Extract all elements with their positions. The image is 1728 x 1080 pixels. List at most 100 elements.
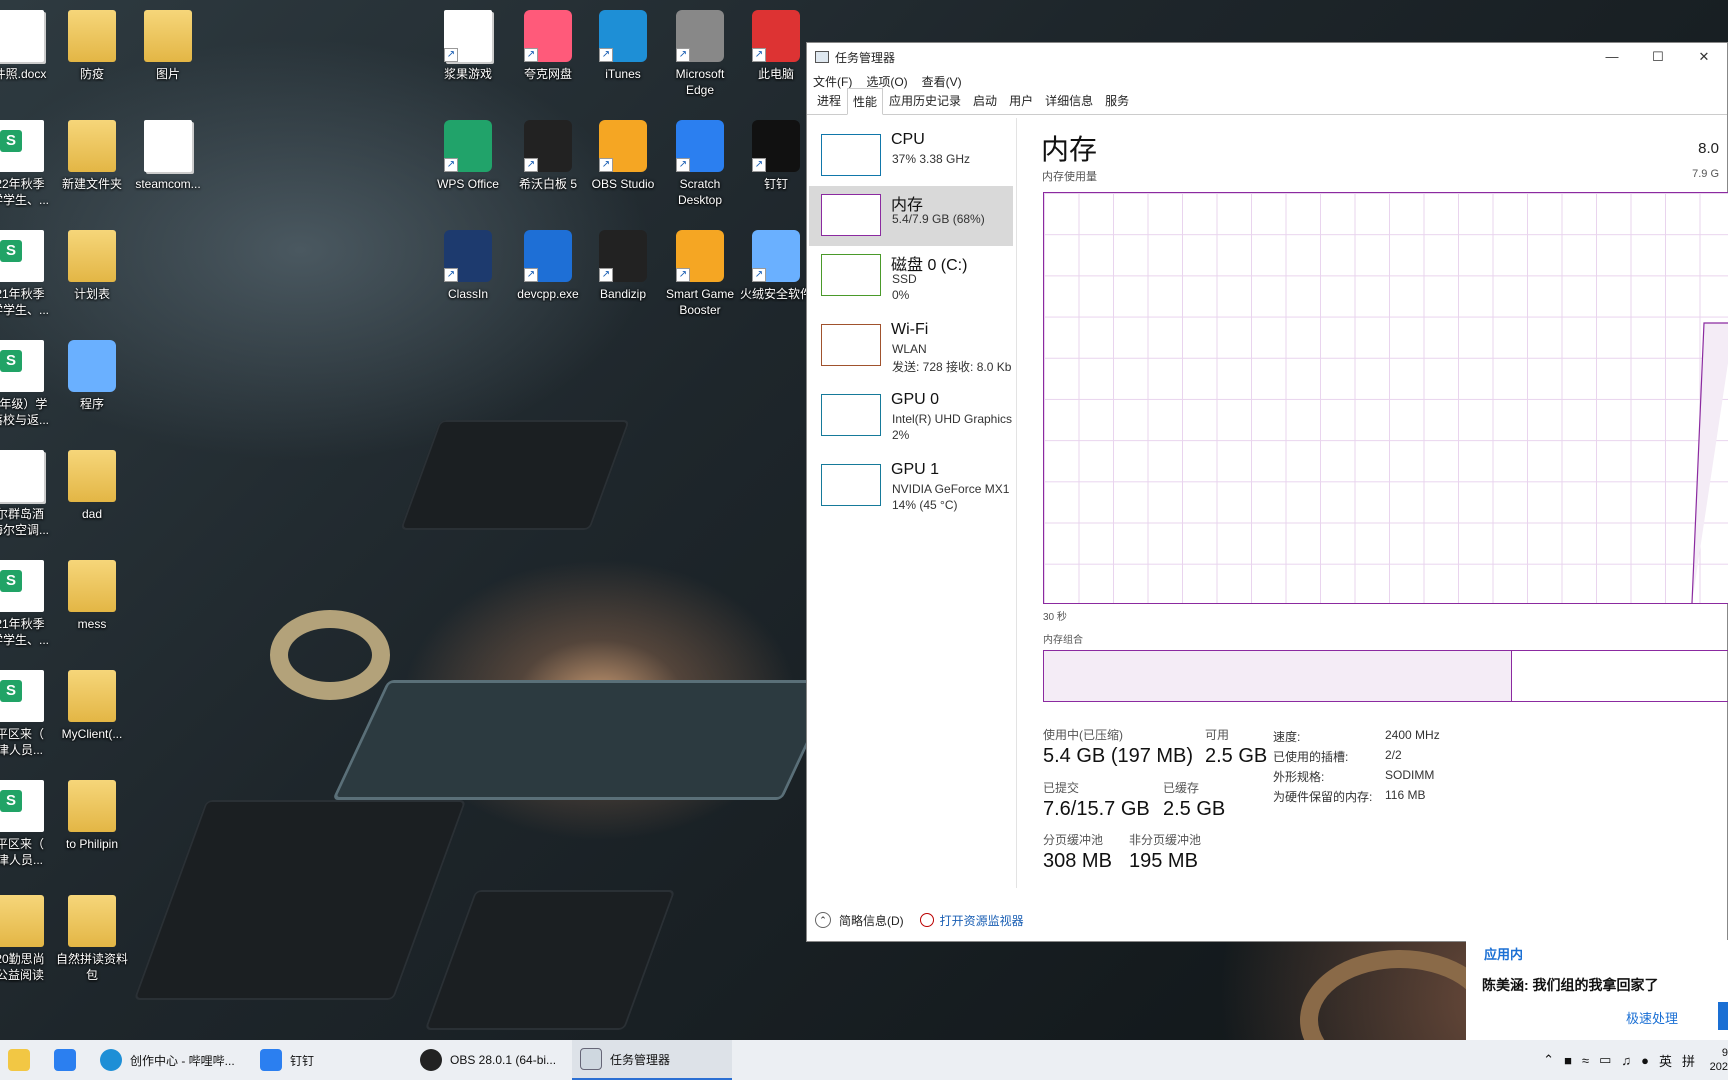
sidebar-item-detail: 37% 3.38 GHz xyxy=(892,152,971,166)
taskbar-item-dingtalk[interactable]: 钉钉 xyxy=(252,1040,412,1080)
desktop-icon[interactable]: 20勤思尚 公益阅读 xyxy=(0,895,58,983)
task-manager-icon xyxy=(815,51,829,63)
desktop-icon[interactable]: ↗ Scratch Desktop xyxy=(662,120,738,208)
folder-icon xyxy=(68,895,116,947)
desktop-icon[interactable]: ↗ Smart Game Booster xyxy=(662,230,738,318)
desktop-icon[interactable]: 平区来（ 津人员... xyxy=(0,670,58,758)
spec-speed-value: 2400 MHz xyxy=(1385,728,1440,742)
sidebar-item-detail: 2% xyxy=(892,428,910,442)
app-icon: ↗ xyxy=(444,230,492,282)
title-bar[interactable]: 任务管理器 — ☐ ✕ xyxy=(807,43,1727,71)
ime-mode[interactable]: 拼 xyxy=(1682,1051,1695,1070)
desktop-icon[interactable]: steamcom... xyxy=(130,120,206,192)
desktop-icon[interactable]: ↗ WPS Office xyxy=(430,120,506,192)
clock-date: 202 xyxy=(1709,1061,1728,1073)
microphone-icon[interactable]: ● xyxy=(1641,1053,1649,1068)
desktop-icon[interactable]: ↗ devcpp.exe xyxy=(510,230,586,302)
desktop-icon[interactable]: ↗ OBS Studio xyxy=(585,120,661,192)
desktop-icon-label: 21年秋季 学学生、... xyxy=(0,287,49,317)
tab-processes[interactable]: 进程 xyxy=(811,87,847,114)
cpu-thumbnail xyxy=(821,134,881,176)
ime-language[interactable]: 英 xyxy=(1659,1051,1672,1070)
sidebar-item-memory[interactable]: 内存 5.4/7.9 GB (68%) xyxy=(809,186,1013,246)
stat-in-use: 使用中(已压缩) 5.4 GB (197 MB) xyxy=(1043,726,1193,768)
chevron-up-icon[interactable]: ⌃ xyxy=(1543,1052,1554,1068)
footer-bar: ⌃ 简略信息(D) 打开资源监视器 xyxy=(807,905,1727,935)
notification-button[interactable] xyxy=(1718,1002,1728,1030)
desktop-icon[interactable]: 程序 xyxy=(54,340,130,412)
desktop-icon[interactable]: 21年秋季 学学生、... xyxy=(0,560,58,648)
shortcut-arrow-icon: ↗ xyxy=(676,48,690,62)
sidebar-item-detail: NVIDIA GeForce MX1 xyxy=(892,482,1010,496)
tab-startup[interactable]: 启动 xyxy=(967,87,1003,114)
tab-details[interactable]: 详细信息 xyxy=(1039,87,1099,114)
memory-panel: 内存 8.0 内存使用量 7.9 G 30 秒 内存组合 使用中(已压缩) 5.… xyxy=(1017,118,1728,888)
shortcut-arrow-icon: ↗ xyxy=(444,158,458,172)
desktop-icon[interactable]: 尔群岛酒 海尔空调... xyxy=(0,450,58,538)
taskbar-item-label: 钉钉 xyxy=(290,1053,315,1068)
sidebar-item-cpu[interactable]: CPU 37% 3.38 GHz xyxy=(809,126,1013,186)
app-icon xyxy=(68,340,116,392)
sidebar-item-gpu1[interactable]: GPU 1 NVIDIA GeForce MX1 14% (45 °C) xyxy=(809,456,1013,516)
tab-users[interactable]: 用户 xyxy=(1003,87,1039,114)
battery-icon[interactable]: ▭ xyxy=(1599,1052,1611,1068)
taskbar-item-label: 任务管理器 xyxy=(610,1052,671,1067)
desktop-icon[interactable]: 自然拼读资料 包 xyxy=(54,895,130,983)
desktop-icon[interactable]: ↗ iTunes xyxy=(585,10,661,82)
taskbar-item-task-manager[interactable]: 任务管理器 xyxy=(572,1040,732,1080)
desktop-icon[interactable]: 21年秋季 学学生、... xyxy=(0,230,58,318)
tray-app-icon[interactable]: ■ xyxy=(1564,1053,1572,1068)
taskbar-item-edge[interactable]: 创作中心 - 哔哩哔... xyxy=(92,1040,252,1080)
desktop-icon[interactable]: 平区来（ 津人员... xyxy=(0,780,58,868)
taskbar-item-obs[interactable]: OBS 28.0.1 (64-bi... xyxy=(412,1040,572,1080)
desktop-icon[interactable]: 2年级）学 落校与返... xyxy=(0,340,58,428)
sidebar-item-disk[interactable]: 磁盘 0 (C:) SSD 0% xyxy=(809,246,1013,306)
sidebar-item-gpu0[interactable]: GPU 0 Intel(R) UHD Graphics 2% xyxy=(809,386,1013,446)
notification-action[interactable]: 极速处理 xyxy=(1626,1008,1678,1027)
dingtalk-pinned-button[interactable] xyxy=(46,1040,92,1080)
desktop-icon[interactable]: MyClient(... xyxy=(54,670,130,742)
tab-performance[interactable]: 性能 xyxy=(847,88,884,115)
folder-icon xyxy=(144,10,192,62)
file-explorer-button[interactable] xyxy=(0,1040,46,1080)
folder-icon xyxy=(68,230,116,282)
spec-form-label: 外形规格: xyxy=(1273,770,1325,784)
desktop-icon[interactable]: to Philipin xyxy=(54,780,130,852)
desktop-icon[interactable]: ↗ 夸克网盘 xyxy=(510,10,586,82)
wifi-icon[interactable]: ≈ xyxy=(1582,1053,1589,1068)
maximize-button[interactable]: ☐ xyxy=(1635,49,1681,65)
open-resource-monitor-link[interactable]: 打开资源监视器 xyxy=(919,912,1024,929)
desktop-icon[interactable]: ↗ 希沃白板 5 xyxy=(510,120,586,192)
desktop-icon[interactable]: 新建文件夹 xyxy=(54,120,130,192)
desktop-icon[interactable]: 件照.docx xyxy=(0,10,58,82)
desktop-icon[interactable]: ↗ Bandizip xyxy=(585,230,661,302)
desktop-icon[interactable]: 图片 xyxy=(130,10,206,82)
memory-usage-label: 内存使用量 xyxy=(1042,171,1097,183)
desktop-icon[interactable]: 计划表 xyxy=(54,230,130,302)
folder-icon xyxy=(0,895,44,947)
notification-toast[interactable]: 应用内 陈美涵: 我们组的我拿回家了 极速处理 xyxy=(1466,940,1728,1040)
desktop-icon[interactable]: ↗ 钉钉 xyxy=(738,120,814,192)
tab-services[interactable]: 服务 xyxy=(1099,87,1135,114)
speaker-icon[interactable]: ♫ xyxy=(1621,1053,1631,1068)
desktop-icon[interactable]: ↗ 此电脑 xyxy=(738,10,814,82)
tab-app-history[interactable]: 应用历史记录 xyxy=(883,87,967,114)
stat-cached: 已缓存 2.5 GB xyxy=(1163,779,1225,821)
desktop-icon[interactable]: ↗ 火绒安全软件 xyxy=(738,230,814,302)
minimize-button[interactable]: — xyxy=(1589,49,1635,65)
close-button[interactable]: ✕ xyxy=(1681,49,1727,65)
shortcut-arrow-icon: ↗ xyxy=(599,268,613,282)
desktop-icon[interactable]: 防疫 xyxy=(54,10,130,82)
desktop-icon[interactable]: ↗ ClassIn xyxy=(430,230,506,302)
desktop-icon[interactable]: ↗ Microsoft Edge xyxy=(662,10,738,98)
desktop-icon[interactable]: ↗ 浆果游戏 xyxy=(430,10,506,82)
desktop-icon[interactable]: 22年秋季 学学生、... xyxy=(0,120,58,208)
stat-label: 可用 xyxy=(1205,728,1230,742)
chevron-up-icon[interactable]: ⌃ xyxy=(815,912,831,928)
spec-slots-label: 已使用的插槽: xyxy=(1273,750,1349,764)
desktop-icon[interactable]: dad xyxy=(54,450,130,522)
clock[interactable]: 9 202 xyxy=(1706,1046,1728,1074)
fewer-details-link[interactable]: 简略信息(D) xyxy=(839,912,904,929)
desktop-icon[interactable]: mess xyxy=(54,560,130,632)
sidebar-item-wifi[interactable]: Wi-Fi WLAN 发送: 728 接收: 8.0 Kb xyxy=(809,316,1013,376)
